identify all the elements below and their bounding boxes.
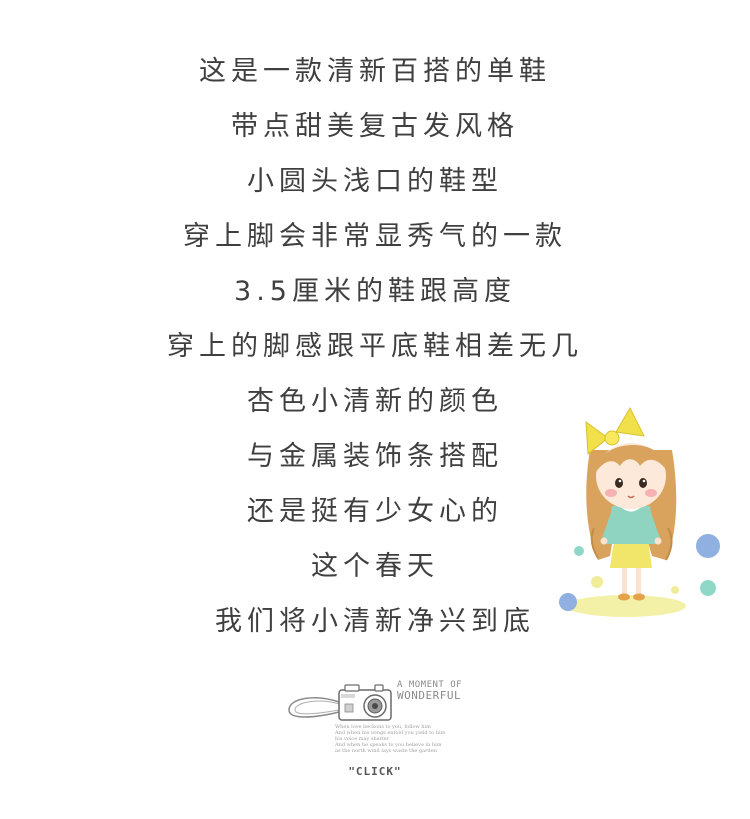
bubble-dot [574,546,584,556]
poem-line: 小圆头浅口的鞋型 [247,166,503,197]
poem-line: 穿上的脚感跟平底鞋相差无几 [167,331,583,362]
poem-line: 带点甜美复古发风格 [231,111,519,142]
skirt [610,540,652,568]
cheek [605,489,617,497]
blouse [606,506,656,544]
bubble-dot [591,576,603,588]
camera-icon [288,684,392,721]
cartoon-girl-illustration [559,406,720,617]
bubble-dot [559,593,577,611]
camera-logo: A MOMENT OF WONDERFUL When love beckons … [285,676,475,754]
click-label: "CLICK" [348,765,402,778]
cheek [645,489,657,497]
eye [639,478,647,488]
logo-tagline: When love beckons to you, follow him And… [335,724,446,754]
poem-line: 穿上脚会非常显秀气的一款 [183,221,567,252]
shoe [618,593,630,601]
logo-title: A MOMENT OF WONDERFUL [397,680,463,702]
eye [615,478,623,488]
shoe [633,593,645,601]
poem-line: 3.5厘米的鞋跟高度 [234,276,516,307]
poem-line: 这是一款清新百搭的单鞋 [199,56,551,87]
bubble-dot [696,534,720,558]
bubble-dot [700,580,716,596]
bubble-dot [671,586,679,594]
